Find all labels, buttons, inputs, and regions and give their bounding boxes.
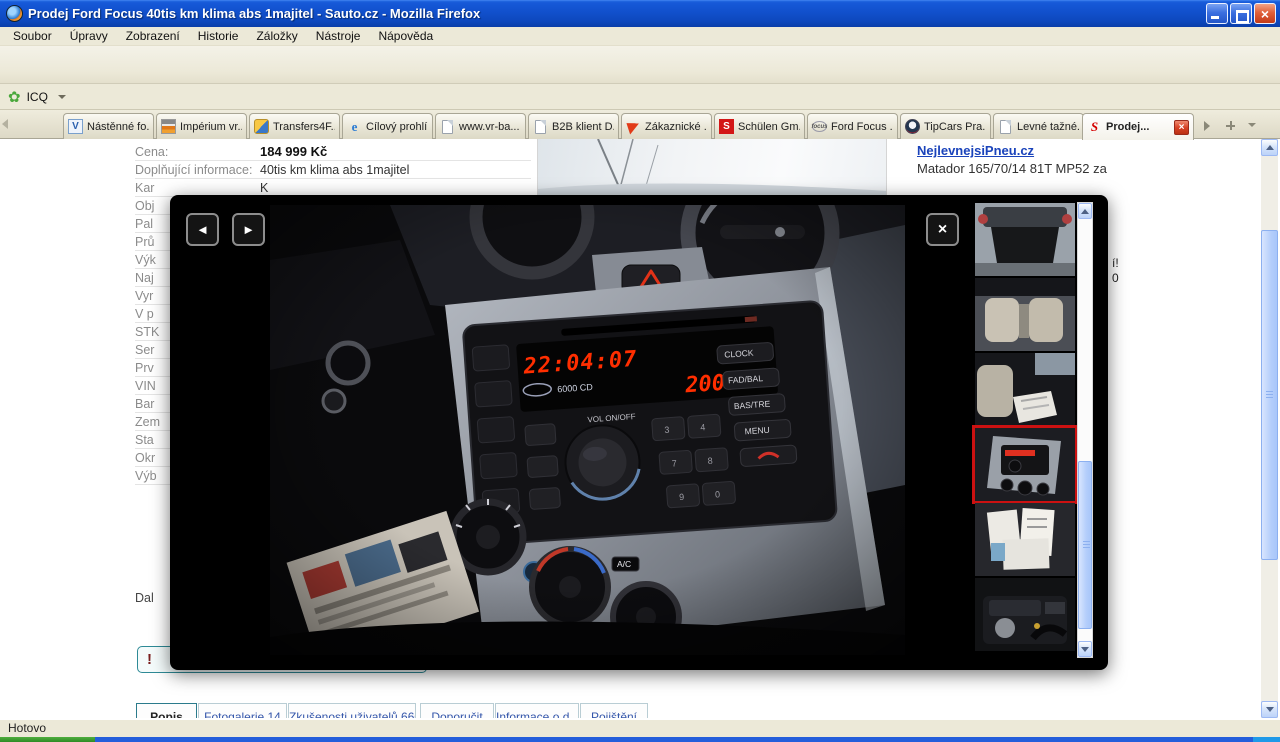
red-plane-icon: [626, 119, 641, 134]
restore-button[interactable]: [1230, 3, 1252, 24]
thumbnail-dashboard-radio-selected[interactable]: [975, 428, 1075, 501]
tab-zakaznicke[interactable]: Zákaznické ...: [621, 113, 712, 139]
list-all-tabs-icon[interactable]: [1248, 123, 1256, 127]
menu-soubor[interactable]: Soubor: [4, 27, 61, 45]
page-scrollbar[interactable]: [1261, 139, 1278, 718]
menu-zalozky[interactable]: Záložky: [247, 27, 306, 45]
spec-row-cena: Cena:184 999 Kč: [135, 143, 531, 161]
start-button-partial[interactable]: [0, 737, 95, 742]
thumbnail-front-interior-documents[interactable]: [975, 353, 1075, 426]
thumb-scrollbar-thumb[interactable]: [1078, 461, 1092, 629]
covered-text-fragment: í!: [1112, 256, 1119, 270]
colored-square-icon: [254, 119, 269, 134]
tab-strip: V Nástěnné fo... Impérium vr... Transfer…: [0, 110, 1280, 139]
title-bar: Prodej Ford Focus 40tis km klima abs 1ma…: [0, 0, 1280, 27]
page-content: Cena:184 999 Kč Doplňující informace:40t…: [0, 139, 1280, 718]
icq-dropdown-icon[interactable]: [58, 95, 66, 99]
bottom-tab-pojisteni[interactable]: Pojištění: [580, 703, 648, 718]
scroll-up-icon[interactable]: [1261, 139, 1278, 156]
next-photo-button[interactable]: ►: [232, 213, 265, 246]
menu-napoveda[interactable]: Nápověda: [369, 27, 442, 45]
bottom-tab-zkusenosti[interactable]: Zkušenosti uživatelů 660: [288, 703, 416, 718]
close-button[interactable]: ×: [1254, 3, 1276, 24]
minimize-button[interactable]: [1206, 3, 1228, 24]
windows-taskbar: [0, 737, 1280, 742]
v-logo-icon: V: [68, 119, 83, 134]
window-title: Prodej Ford Focus 40tis km klima abs 1ma…: [28, 6, 480, 21]
focus-oval-icon: focus: [812, 121, 827, 132]
thumbnail-open-trunk[interactable]: [975, 203, 1075, 276]
tab-imperium[interactable]: Impérium vr...: [156, 113, 247, 139]
menu-upravy[interactable]: Úpravy: [61, 27, 117, 45]
system-tray-partial: [1253, 737, 1280, 742]
close-tab-icon[interactable]: ×: [1174, 120, 1189, 135]
new-tab-icon[interactable]: [1226, 121, 1235, 130]
tab-nastenne[interactable]: V Nástěnné fo...: [63, 113, 154, 139]
tipcars-circle-icon: [905, 119, 920, 134]
menu-nastroje[interactable]: Nástroje: [307, 27, 370, 45]
photo-lightbox: ◄ ► ×: [170, 195, 1108, 670]
navigation-toolbar: ↻ × ⌂ S ☆: [0, 46, 1280, 84]
thumbnail-service-documents[interactable]: [975, 503, 1075, 576]
spec-row-info: Doplňující informace:40tis km klima abs …: [135, 161, 531, 179]
tab-tipcars[interactable]: TipCars Pra...: [900, 113, 991, 139]
red-s-icon: S: [719, 119, 734, 134]
status-text: Hotovo: [8, 721, 46, 735]
menu-zobrazeni[interactable]: Zobrazení: [117, 27, 189, 45]
internet-explorer-icon: e: [347, 119, 362, 134]
tab-vr-ba[interactable]: www.vr-ba...: [435, 113, 526, 139]
tab-transfers4f[interactable]: Transfers4F...: [249, 113, 340, 139]
tab-ford-focus[interactable]: focus Ford Focus ...: [807, 113, 898, 139]
sauto-s-icon: S: [1087, 120, 1102, 135]
close-lightbox-button[interactable]: ×: [926, 213, 959, 246]
bottom-tab-doporucit[interactable]: Doporučit: [420, 703, 494, 718]
scroll-down-icon[interactable]: [1261, 701, 1278, 718]
stack-icon: [161, 119, 176, 134]
tab-prodej-active[interactable]: S Prodej... ×: [1082, 113, 1194, 140]
page-icon: [1000, 120, 1011, 134]
icq-flower-icon: ✿: [8, 88, 21, 106]
ad-text: Matador 165/70/14 81T MP52 za: [917, 161, 1107, 176]
bottom-tab-fotogalerie[interactable]: Fotogalerie 14: [198, 703, 287, 718]
firefox-window: Prodej Ford Focus 40tis km klima abs 1ma…: [0, 0, 1280, 742]
tab-scroll-right-icon[interactable]: [1204, 121, 1210, 131]
firefox-icon: [6, 5, 23, 22]
thumbnail-rear-seats[interactable]: [975, 278, 1075, 351]
tab-levne-tazne[interactable]: Levné tažné...: [993, 113, 1084, 139]
menu-historie[interactable]: Historie: [189, 27, 248, 45]
tab-scroll-left-icon[interactable]: [2, 119, 8, 129]
page-icon: [442, 120, 453, 134]
main-photo-dashboard-radio: 22:04:07 6000 CD 2000 VOL ON/OFF: [270, 205, 905, 655]
thumbnail-scrollbar[interactable]: [1077, 202, 1093, 658]
thumbnail-engine-bay[interactable]: [975, 578, 1075, 651]
tab-schulen[interactable]: S Schülen Gm...: [714, 113, 805, 139]
bottom-tab-informace[interactable]: Informace o d...: [495, 703, 579, 718]
menu-bar: Soubor Úpravy Zobrazení Historie Záložky…: [0, 27, 1280, 46]
previous-photo-button[interactable]: ◄: [186, 213, 219, 246]
more-text-fragment: Dal: [135, 591, 154, 605]
scrollbar-thumb[interactable]: [1261, 230, 1278, 560]
close-icon: ×: [1255, 5, 1275, 23]
icq-toolbar: ✿ ICQ: [0, 84, 1280, 110]
gallery-main-photo-partial: [537, 139, 887, 196]
covered-text-fragment: 0: [1112, 271, 1119, 285]
page-icon: [535, 120, 546, 134]
thumb-scroll-down-icon[interactable]: [1078, 641, 1092, 657]
nejlevnejsipneu-link[interactable]: NejlevnejsiPneu.cz: [917, 143, 1034, 158]
tab-b2b-klient[interactable]: B2B klient D...: [528, 113, 619, 139]
status-bar: Hotovo: [0, 718, 1280, 737]
tab-cilovy-prohlizec[interactable]: e Cílový prohlí...: [342, 113, 433, 139]
icq-button[interactable]: ICQ: [27, 90, 48, 104]
thumb-scroll-up-icon[interactable]: [1078, 203, 1092, 219]
bottom-tab-popis[interactable]: Popis: [136, 703, 197, 718]
